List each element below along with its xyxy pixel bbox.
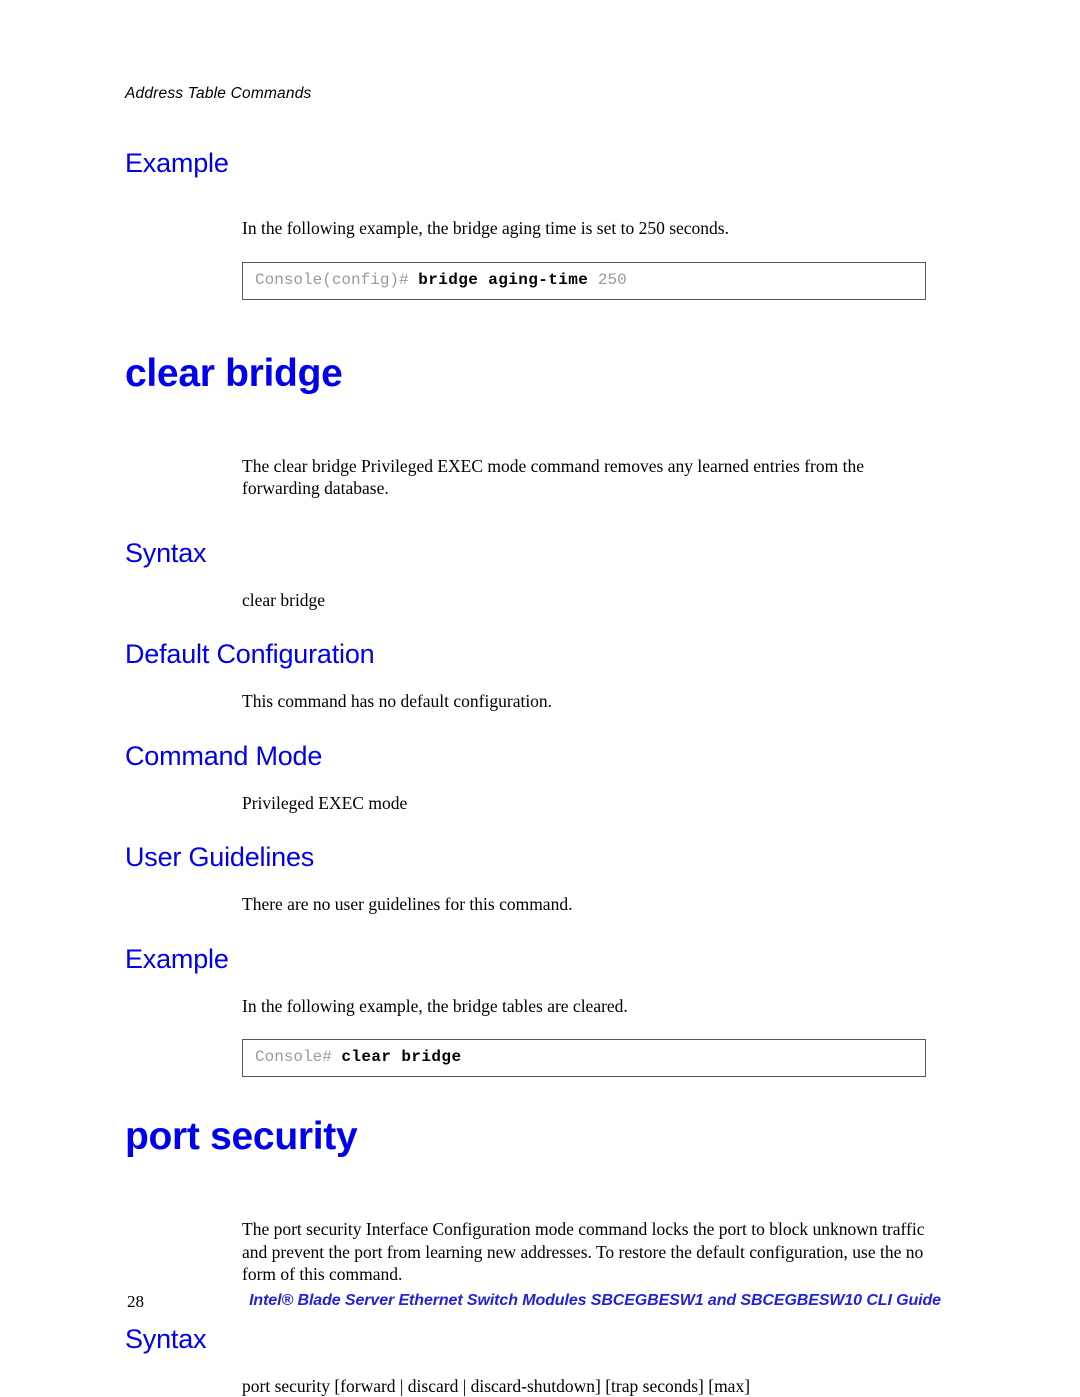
- console-box-bridge-aging-time: Console(config)# bridge aging-time 250: [242, 261, 926, 300]
- console-command: bridge aging-time: [418, 270, 589, 289]
- user-guidelines-text: There are no user guidelines for this co…: [242, 894, 573, 914]
- section-heading-default-configuration: Default Configuration: [125, 639, 375, 669]
- section-heading-syntax-clear-bridge: Syntax: [125, 537, 207, 568]
- console-argument: 250: [597, 270, 627, 289]
- syntax-text-port-security: port security [forward | discard | disca…: [242, 1375, 751, 1396]
- section-heading-user-guidelines: User Guidelines: [125, 842, 315, 872]
- paragraph-example-aging-time: In the following example, the bridge agi…: [242, 218, 729, 238]
- console-box-clear-bridge: Console# clear bridge: [242, 1039, 926, 1077]
- footer-document-title: Intel® Blade Server Ethernet Switch Modu…: [249, 1292, 941, 1309]
- console-prompt: Console(config)#: [255, 270, 409, 289]
- command-title-clear-bridge: clear bridge: [125, 351, 343, 395]
- description-clear-bridge: The clear bridge Privileged EXEC mode co…: [242, 455, 865, 499]
- console-space: [409, 271, 419, 289]
- console-command: clear bridge: [341, 1048, 462, 1066]
- section-heading-example-clear-bridge: Example: [125, 943, 229, 974]
- command-mode-text: Privileged EXEC mode: [242, 792, 408, 813]
- default-configuration-text: This command has no default configuratio…: [242, 691, 553, 711]
- example-text-clear-bridge: In the following example, the bridge tab…: [242, 995, 628, 1016]
- section-heading-example-top: Example: [125, 148, 229, 178]
- console-space: [588, 271, 598, 289]
- page-content: Example In the following example, the br…: [125, 150, 955, 1397]
- document-page: Address Table Commands Example In the fo…: [0, 0, 1080, 1397]
- description-port-security: The port security Interface Configuratio…: [242, 1219, 925, 1284]
- console-prompt: Console#: [255, 1048, 332, 1066]
- syntax-text-clear-bridge: clear bridge: [242, 589, 326, 610]
- command-title-port-security: port security: [125, 1115, 358, 1158]
- section-heading-command-mode: Command Mode: [125, 740, 323, 771]
- running-header: Address Table Commands: [125, 85, 312, 102]
- page-footer: 28 Intel® Blade Server Ethernet Switch M…: [0, 1292, 1080, 1332]
- console-space: [332, 1048, 342, 1066]
